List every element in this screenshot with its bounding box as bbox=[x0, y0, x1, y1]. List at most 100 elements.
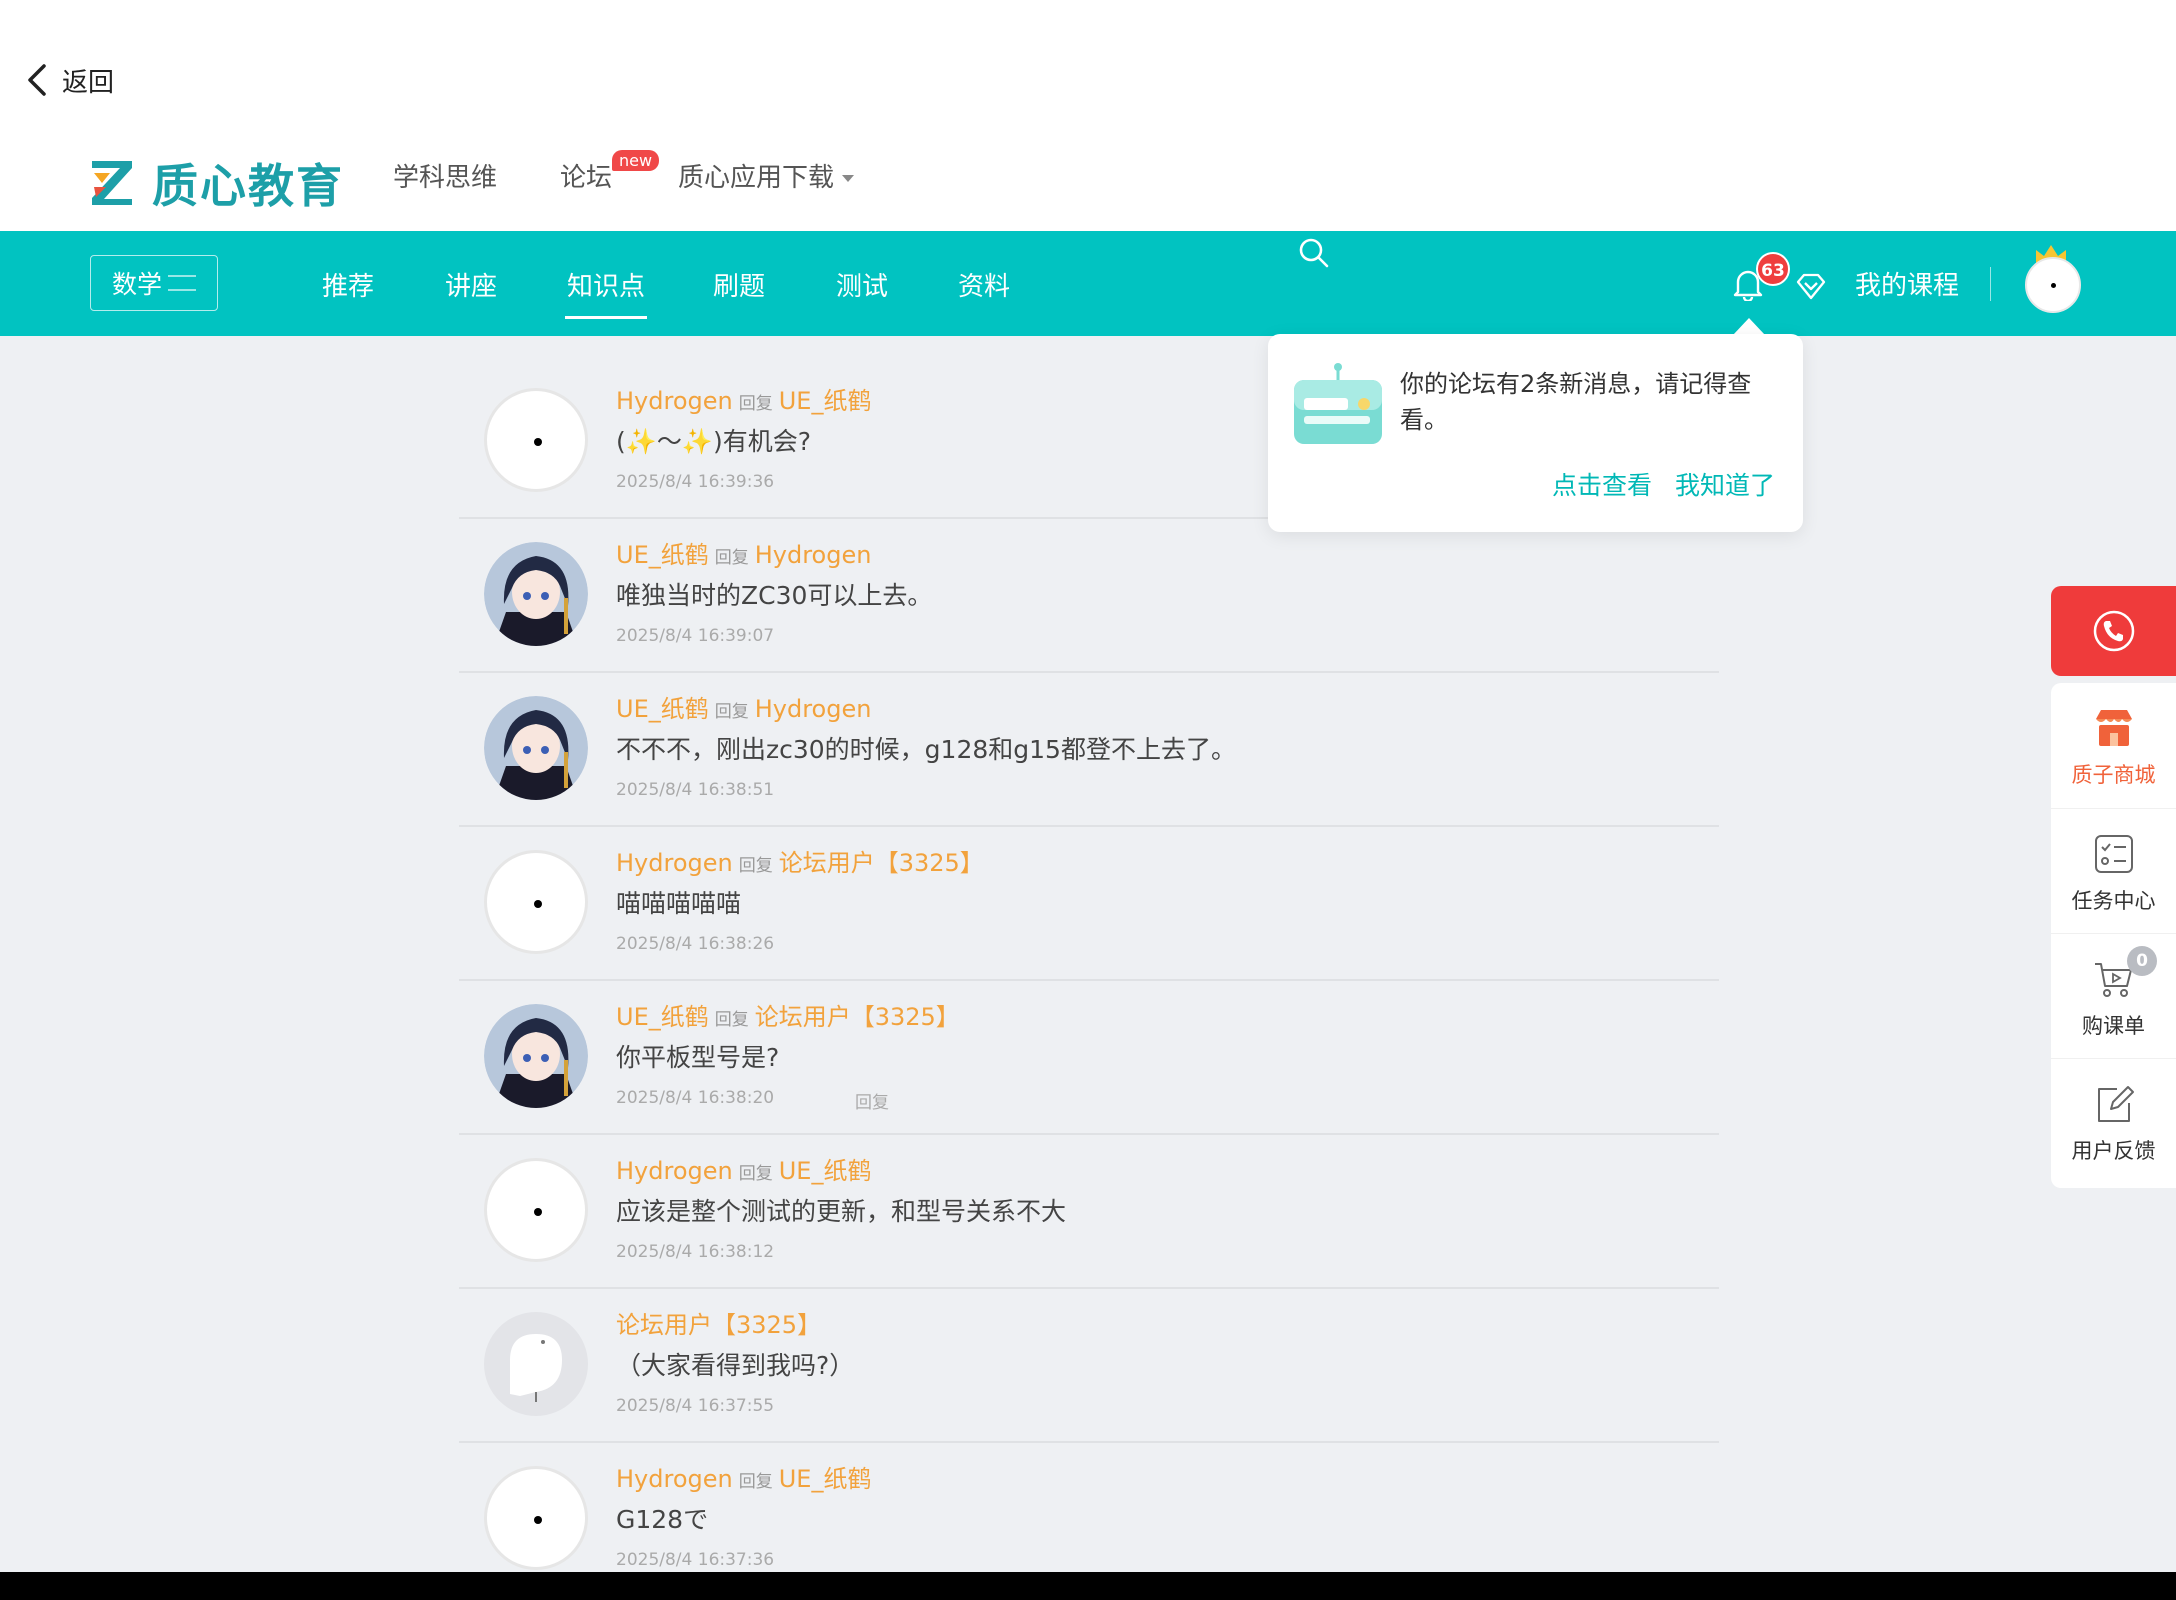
dismiss-button[interactable]: 我知道了 bbox=[1675, 466, 1775, 502]
sidebar-item-cart[interactable]: 0 购课单 bbox=[2051, 933, 2176, 1058]
timestamp: 2025/8/4 16:38:12 bbox=[616, 1242, 775, 1262]
target-name[interactable]: Hydrogen bbox=[755, 541, 872, 569]
logo[interactable]: 质心教育 bbox=[90, 150, 344, 216]
reply-header: UE_纸鹤 回复 Hydrogen bbox=[616, 535, 871, 570]
author-name[interactable]: UE_纸鹤 bbox=[616, 541, 709, 569]
sidebar-item-label: 任务中心 bbox=[2071, 889, 2156, 913]
logo-icon bbox=[92, 161, 132, 205]
list-item: 论坛用户【3325】 （大家看得到我吗?） 2025/8/4 16:37:55 bbox=[459, 1289, 1719, 1443]
user-avatar[interactable] bbox=[2025, 257, 2081, 313]
feedback-icon bbox=[2098, 1086, 2134, 1122]
popup-message: 你的论坛有2条新消息，请记得查看。 bbox=[1400, 370, 1752, 434]
tab-lectures[interactable]: 讲座 bbox=[445, 266, 497, 303]
author-name[interactable]: Hydrogen bbox=[616, 849, 733, 877]
reply-content: G128で bbox=[616, 1505, 709, 1534]
avatar[interactable] bbox=[484, 1158, 588, 1262]
timestamp: 2025/8/4 16:38:51 bbox=[616, 780, 775, 800]
right-sidebar: 质子商城 任务中心 0 购课单 用户反馈 bbox=[2051, 683, 2176, 1188]
reply-word: 回复 bbox=[738, 394, 773, 414]
message-illustration-icon bbox=[1294, 363, 1382, 444]
avatar[interactable] bbox=[484, 850, 588, 954]
subject-label: 数学 bbox=[111, 270, 162, 299]
diamond-icon[interactable] bbox=[1796, 271, 1826, 301]
timestamp: 2025/8/4 16:37:55 bbox=[616, 1396, 775, 1416]
target-name[interactable]: UE_纸鹤 bbox=[779, 387, 872, 415]
author-name[interactable]: Hydrogen bbox=[616, 1157, 733, 1185]
author-name[interactable]: Hydrogen bbox=[616, 387, 733, 415]
notification-badge: 63 bbox=[1756, 252, 1790, 286]
reply-word: 回复 bbox=[714, 548, 749, 568]
tab-knowledge-points[interactable]: 知识点 bbox=[564, 266, 648, 319]
anime-avatar-image bbox=[484, 696, 588, 800]
sidebar-item-tasks[interactable]: 任务中心 bbox=[2051, 808, 2176, 933]
avatar[interactable] bbox=[484, 1312, 588, 1416]
timestamp: 2025/8/4 16:37:36 bbox=[616, 1550, 775, 1570]
target-name[interactable]: 论坛用户【3325】 bbox=[779, 849, 984, 877]
logo-text: 质心教育 bbox=[152, 159, 344, 213]
reply-content: 唯独当时的ZC30可以上去。 bbox=[616, 581, 933, 610]
reply-word: 回复 bbox=[738, 856, 773, 876]
reply-content: 应该是整个测试的更新，和型号关系不大 bbox=[616, 1197, 1067, 1226]
reply-header: UE_纸鹤 回复 Hydrogen bbox=[616, 689, 871, 724]
nav-subject-thinking[interactable]: 学科思维 bbox=[393, 157, 497, 194]
timestamp: 2025/8/4 16:39:07 bbox=[616, 626, 775, 646]
avatar[interactable] bbox=[484, 388, 588, 492]
nav-app-download[interactable]: 质心应用下载 bbox=[678, 157, 855, 194]
avatar[interactable] bbox=[484, 542, 588, 646]
list-item: UE_纸鹤 回复 论坛用户【3325】 你平板型号是? 2025/8/4 16:38… bbox=[459, 981, 1719, 1135]
anime-avatar-image bbox=[484, 1004, 588, 1108]
sidebar-item-feedback[interactable]: 用户反馈 bbox=[2051, 1058, 2176, 1183]
list-item: UE_纸鹤 回复 Hydrogen 不不不，刚出zc30的时候，g128和g15都登… bbox=[459, 673, 1719, 827]
popup-arrow bbox=[1733, 318, 1765, 335]
avatar[interactable] bbox=[484, 696, 588, 800]
reply-content: 你平板型号是? bbox=[616, 1043, 780, 1072]
author-name[interactable]: UE_纸鹤 bbox=[616, 1003, 709, 1031]
new-badge: new bbox=[612, 150, 660, 171]
task-icon bbox=[2095, 835, 2133, 873]
chevron-down-icon bbox=[842, 175, 855, 182]
target-name[interactable]: 论坛用户【3325】 bbox=[755, 1003, 960, 1031]
sidebar-item-shop[interactable]: 质子商城 bbox=[2051, 683, 2176, 807]
reply-header: UE_纸鹤 回复 论坛用户【3325】 bbox=[616, 997, 960, 1032]
reply-content: 喵喵喵喵喵 bbox=[616, 889, 742, 918]
avatar[interactable] bbox=[484, 1466, 588, 1570]
reply-button[interactable]: 回复 bbox=[855, 1088, 889, 1113]
reply-header: Hydrogen 回复 论坛用户【3325】 bbox=[616, 843, 984, 878]
target-name[interactable]: UE_纸鹤 bbox=[779, 1157, 872, 1185]
search-icon[interactable] bbox=[1298, 237, 1330, 269]
reply-header: 论坛用户【3325】 bbox=[616, 1305, 821, 1340]
sidebar-item-label: 质子商城 bbox=[2071, 763, 2156, 787]
author-name[interactable]: 论坛用户【3325】 bbox=[616, 1311, 821, 1339]
target-name[interactable]: UE_纸鹤 bbox=[779, 1465, 872, 1493]
nav-app-download-label: 质心应用下载 bbox=[678, 163, 835, 193]
avatar[interactable] bbox=[484, 1004, 588, 1108]
shop-icon bbox=[2096, 710, 2132, 746]
tab-recommend[interactable]: 推荐 bbox=[322, 266, 374, 303]
subject-selector[interactable]: 数学 bbox=[90, 255, 218, 311]
view-messages-button[interactable]: 点击查看 bbox=[1552, 466, 1652, 502]
reply-word: 回复 bbox=[738, 1164, 773, 1184]
nav-forum[interactable]: 论坛 bbox=[560, 157, 612, 194]
target-name[interactable]: Hydrogen bbox=[755, 695, 872, 723]
main-navbar: 数学 推荐 讲座 知识点 刷题 测试 资料 63 我的课程 bbox=[0, 231, 2176, 336]
sidebar-item-label: 购课单 bbox=[2082, 1014, 2145, 1038]
author-name[interactable]: Hydrogen bbox=[616, 1465, 733, 1493]
default-avatar-image bbox=[510, 1334, 562, 1402]
reply-content: (✨～✨)有机会? bbox=[616, 427, 812, 456]
reply-header: Hydrogen 回复 UE_纸鹤 bbox=[616, 381, 871, 416]
reply-word: 回复 bbox=[738, 1472, 773, 1492]
author-name[interactable]: UE_纸鹤 bbox=[616, 695, 709, 723]
cart-count-badge: 0 bbox=[2127, 946, 2157, 976]
tab-tests[interactable]: 测试 bbox=[836, 266, 888, 303]
list-item: UE_纸鹤 回复 Hydrogen 唯独当时的ZC30可以上去。 2025/8/4 … bbox=[459, 519, 1719, 673]
phone-icon bbox=[2093, 610, 2134, 652]
phone-button[interactable] bbox=[2051, 586, 2176, 676]
tab-materials[interactable]: 资料 bbox=[958, 266, 1010, 303]
reply-word: 回复 bbox=[714, 702, 749, 722]
back-button[interactable]: 返回 bbox=[26, 60, 114, 100]
timestamp: 2025/8/4 16:39:36 bbox=[616, 472, 775, 492]
tab-practice[interactable]: 刷题 bbox=[713, 266, 765, 303]
top-header: 返回 质心教育 学科思维 论坛 new 质心应用下载 bbox=[0, 0, 2176, 231]
reply-header: Hydrogen 回复 UE_纸鹤 bbox=[616, 1151, 871, 1186]
my-courses-link[interactable]: 我的课程 bbox=[1855, 265, 1959, 302]
